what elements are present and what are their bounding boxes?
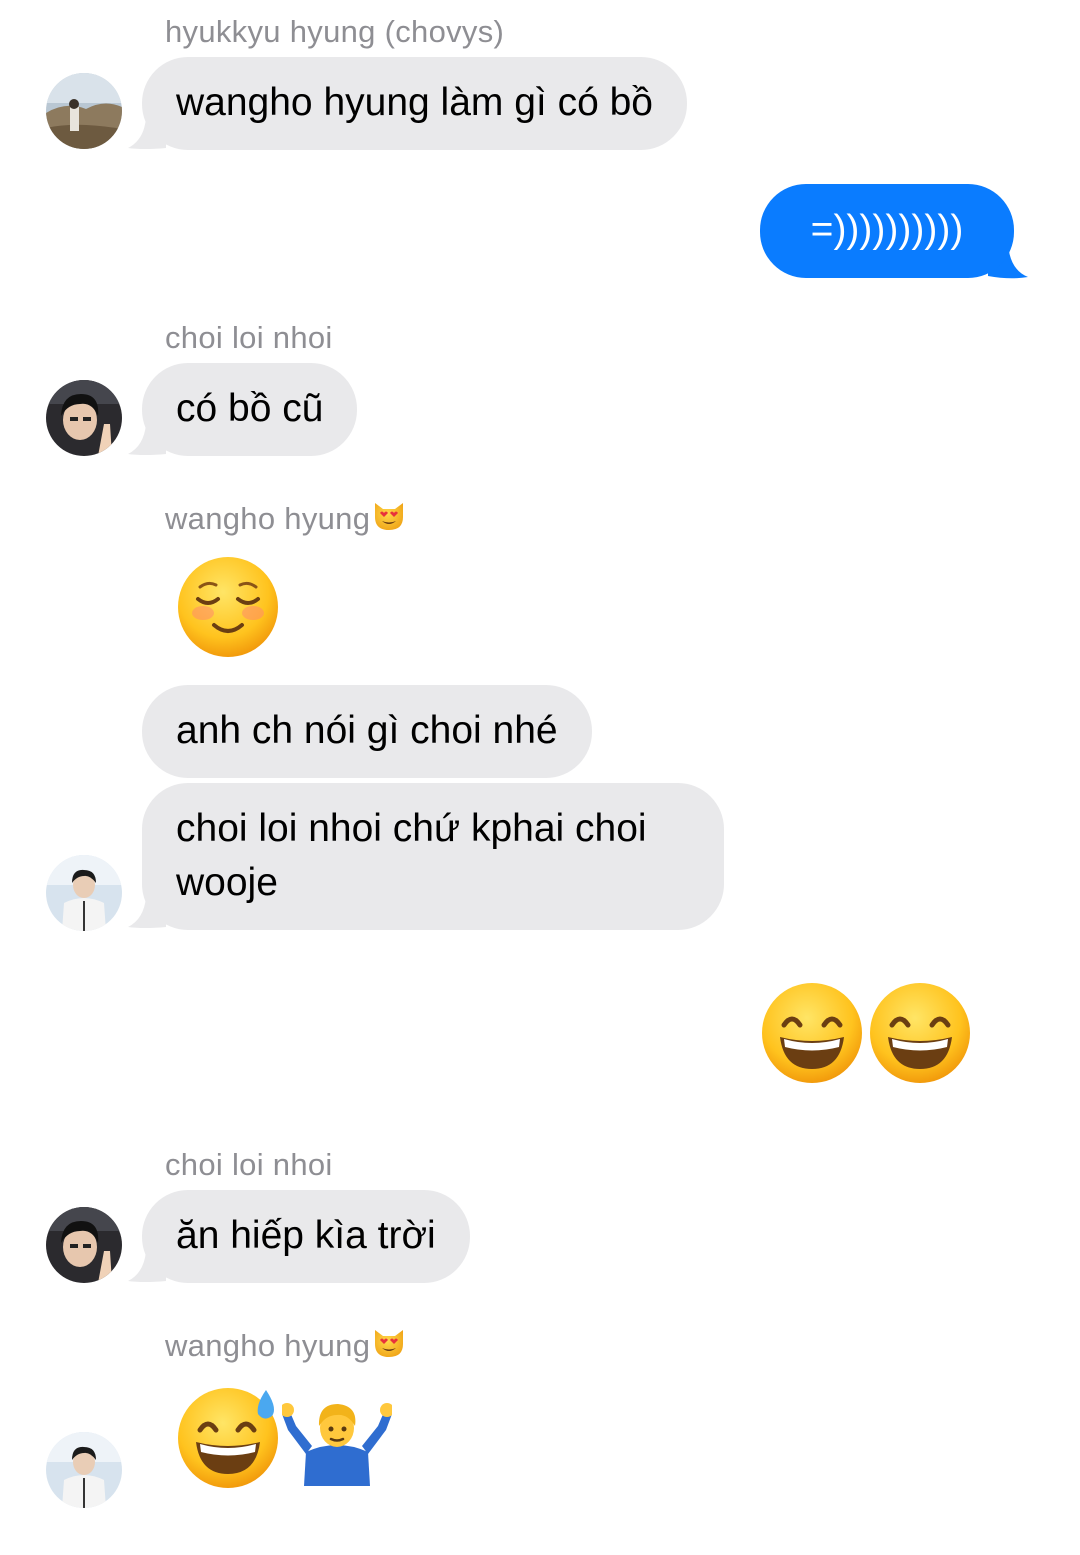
message-text: =)))))))))): [810, 208, 964, 251]
avatar-hyukkyu[interactable]: [46, 73, 122, 149]
message-bubble-outgoing[interactable]: =)))))))))): [760, 184, 1014, 278]
sender-name: wangho hyung: [165, 497, 407, 537]
smiling-face-emoji: [176, 555, 280, 659]
avatar-wangho[interactable]: [46, 1432, 122, 1508]
message-bubble[interactable]: ăn hiếp kìa trời: [142, 1190, 470, 1283]
message-bubble[interactable]: choi loi nhoi chứ kphai choi wooje: [142, 783, 724, 930]
avatar-choi[interactable]: [46, 380, 122, 456]
message-bubble[interactable]: wangho hyung làm gì có bồ: [142, 57, 687, 150]
message-text: anh ch nói gì choi nhé: [176, 709, 558, 752]
sender-name-text: wangho hyung: [165, 1328, 371, 1363]
message-bubble[interactable]: có bồ cũ: [142, 363, 358, 456]
man-shrugging-emoji: [282, 1394, 392, 1486]
message-bubble[interactable]: anh ch nói gì choi nhé: [142, 685, 592, 778]
message-text: có bồ cũ: [176, 387, 324, 430]
heart-eyes-cat-icon: [375, 503, 404, 530]
message-text: wangho hyung làm gì có bồ: [176, 81, 653, 124]
avatar-choi[interactable]: [46, 1207, 122, 1283]
grinning-face-emoji: [760, 981, 864, 1085]
message-text: choi loi nhoi chứ kphai choi wooje: [176, 807, 647, 904]
sender-name: hyukkyu hyung (chovys): [165, 14, 505, 49]
sweat-smile-emoji: [176, 1384, 282, 1490]
grinning-face-emoji: [868, 981, 972, 1085]
sender-name: choi loi nhoi: [165, 320, 333, 355]
heart-eyes-cat-icon: [375, 1330, 404, 1357]
message-text: ăn hiếp kìa trời: [176, 1214, 436, 1257]
avatar-wangho[interactable]: [46, 855, 122, 931]
sender-name: choi loi nhoi: [165, 1147, 333, 1182]
sender-name: wangho hyung: [165, 1324, 407, 1364]
sender-name-text: wangho hyung: [165, 501, 371, 536]
